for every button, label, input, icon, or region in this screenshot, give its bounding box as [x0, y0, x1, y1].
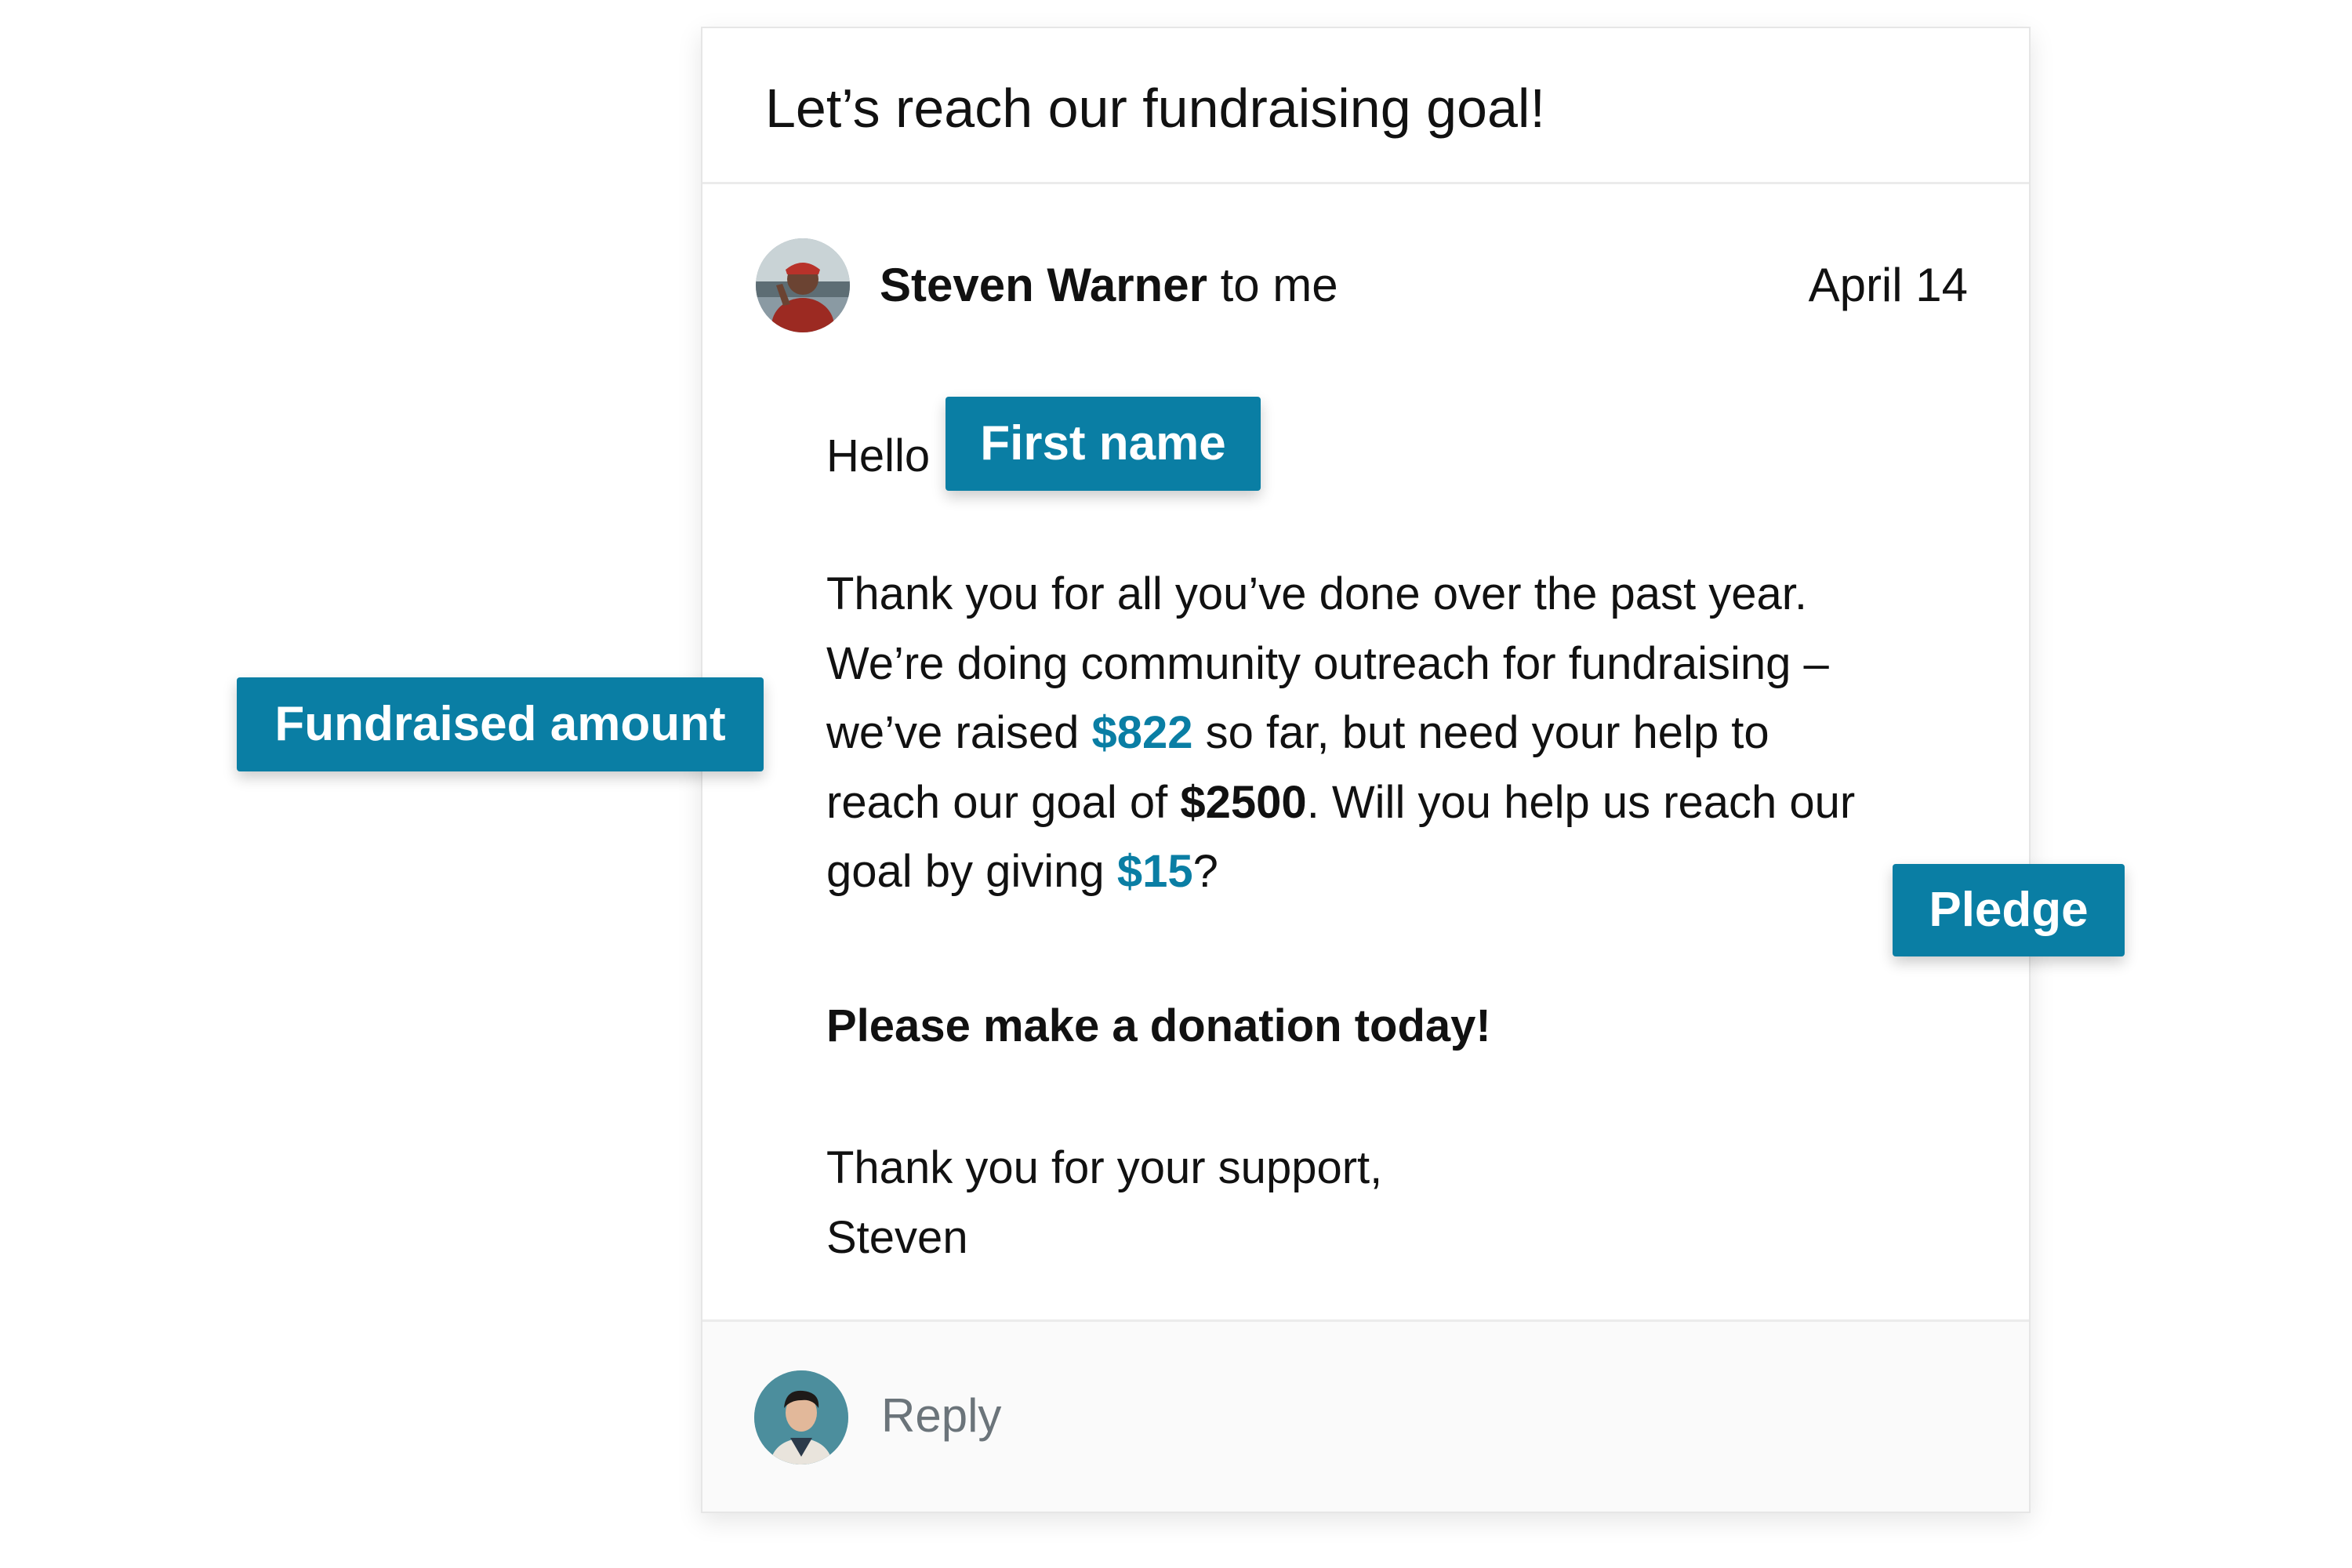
- body-line-5: goal by giving $15?: [826, 837, 1955, 907]
- body-line-5-suffix: ?: [1192, 846, 1218, 897]
- first-name-tag[interactable]: First name: [946, 397, 1261, 491]
- body-line-4: reach our goal of $2500. Will you help u…: [826, 768, 1955, 838]
- body-line-1: Thank you for all you’ve done over the p…: [826, 568, 1807, 619]
- subject-bar: Let’s reach our fundraising goal!: [702, 28, 2029, 184]
- greeting-text: Hello: [826, 430, 931, 481]
- email-subject: Let’s reach our fundraising goal!: [765, 78, 1545, 139]
- reply-input[interactable]: Reply: [881, 1386, 1001, 1446]
- sender-avatar[interactable]: [756, 238, 850, 332]
- fundraised-amount-tag[interactable]: Fundraised amount: [237, 677, 764, 771]
- call-to-action: Please make a donation today!: [826, 1000, 1491, 1051]
- closing-line: Thank you for your support,: [826, 1142, 1383, 1193]
- body-line-2: We’re doing community outreach for fundr…: [826, 637, 1829, 689]
- goal-amount: $2500: [1180, 776, 1307, 828]
- reply-bar[interactable]: Reply: [702, 1319, 2029, 1512]
- sender-name[interactable]: Steven Warner: [880, 259, 1207, 311]
- body-paragraph: Thank you for all you’ve done over the p…: [826, 560, 1955, 907]
- email-card: Let’s reach our fundraising goal! Steven…: [701, 27, 2031, 1513]
- body-line-3-suffix: so far, but need your help to: [1192, 707, 1769, 758]
- raised-amount: $822: [1091, 707, 1193, 758]
- sender-line: Steven Warner to me: [880, 256, 1338, 315]
- sender-row: Steven Warner to me April 14: [756, 238, 1968, 332]
- user-avatar: [754, 1370, 848, 1465]
- body-line-4-prefix: reach our goal of: [826, 776, 1181, 828]
- recipient-text: to me: [1207, 259, 1338, 311]
- closing: Thank you for your support, Steven: [826, 1134, 1382, 1272]
- email-date: April 14: [1808, 259, 1968, 311]
- pledge-amount: $15: [1116, 846, 1193, 897]
- greeting: Hello: [826, 426, 930, 486]
- sender-avatar-image: [756, 238, 850, 332]
- body-line-5-prefix: goal by giving: [826, 846, 1117, 897]
- user-avatar-image: [754, 1370, 848, 1465]
- body-line-3-prefix: we’ve raised: [826, 707, 1092, 758]
- pledge-tag[interactable]: Pledge: [1893, 864, 2125, 956]
- body-line-3: we’ve raised $822 so far, but need your …: [826, 699, 1955, 768]
- signature: Steven: [826, 1211, 968, 1263]
- body-line-4-suffix: . Will you help us reach our: [1306, 776, 1856, 828]
